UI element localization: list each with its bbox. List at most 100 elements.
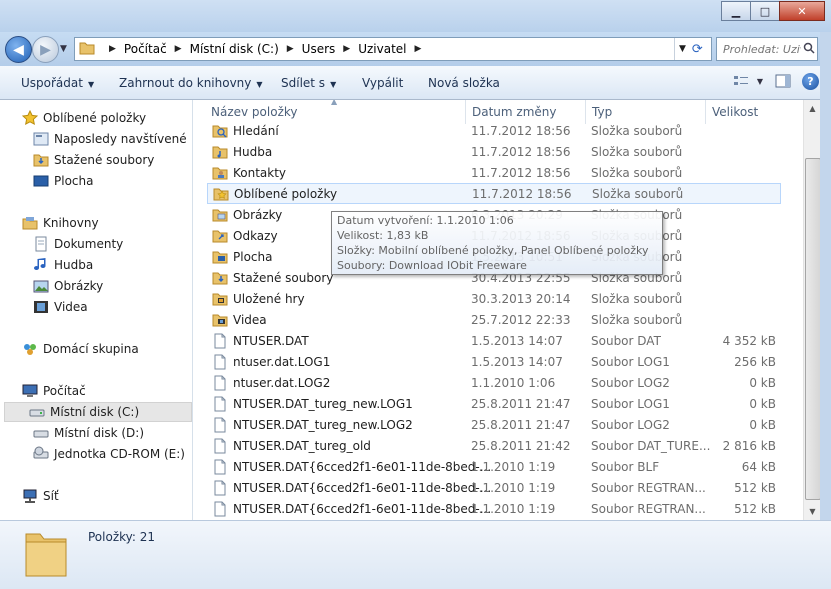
nav-homegroup[interactable]: Domácí skupina bbox=[22, 339, 139, 359]
nav-network[interactable]: Síť bbox=[22, 486, 59, 506]
breadcrumb-computer[interactable]: Počítač bbox=[124, 42, 167, 56]
nav-downloads[interactable]: Stažené soubory bbox=[33, 150, 154, 170]
nav-favorites[interactable]: Oblíbené položky bbox=[22, 108, 146, 128]
file-name: Uložené hry bbox=[233, 291, 305, 306]
organize-button[interactable]: Uspořádat ▼ bbox=[21, 76, 94, 90]
file-row[interactable]: Hudba 11.7.2012 18:56 Složka souborů bbox=[207, 141, 781, 162]
file-date: 25.7.2012 22:33 bbox=[471, 312, 571, 327]
file-row[interactable]: Kontakty 11.7.2012 18:56 Složka souborů bbox=[207, 162, 781, 183]
nav-libraries-label: Knihovny bbox=[43, 216, 99, 230]
burn-button[interactable]: Vypálit bbox=[362, 76, 403, 90]
help-button[interactable]: ? bbox=[802, 73, 819, 90]
share-label: Sdílet s bbox=[281, 76, 326, 90]
file-name: NTUSER.DAT{6cced2f1-6e01-11de-8bed-... bbox=[233, 480, 492, 495]
file-date: 30.3.2013 20:14 bbox=[471, 291, 571, 306]
breadcrumb-separator-icon[interactable]: ▶ bbox=[287, 44, 294, 54]
nav-cd-rom-e[interactable]: Jednotka CD-ROM (E:) bbox=[33, 444, 185, 464]
file-icon bbox=[212, 333, 228, 349]
include-in-library-button[interactable]: Zahrnout do knihovny ▼ bbox=[119, 76, 263, 90]
breadcrumb-local-disk-c[interactable]: Místní disk (C:) bbox=[190, 42, 279, 56]
file-row[interactable]: NTUSER.DAT_tureg_old 25.8.2011 21:42 Soubo… bbox=[207, 435, 781, 456]
file-row[interactable]: Oblíbené položky 11.7.2012 18:56 Složka so… bbox=[207, 183, 781, 204]
file-row[interactable]: NTUSER.DAT_tureg_new.LOG1 25.8.2011 21:47… bbox=[207, 393, 781, 414]
nav-videos[interactable]: Videa bbox=[33, 297, 88, 317]
file-name: Hledání bbox=[233, 123, 279, 138]
file-row[interactable]: NTUSER.DAT_tureg_new.LOG2 25.8.2011 21:47… bbox=[207, 414, 781, 435]
nav-recent-places[interactable]: Naposledy navštívené bbox=[33, 129, 187, 149]
folder-icon bbox=[24, 526, 68, 581]
address-bar[interactable]: ▶ Počítač ▶ Místní disk (C:) ▶ Users ▶ U… bbox=[74, 37, 712, 61]
close-button[interactable]: ✕ bbox=[779, 1, 825, 21]
file-date: 1.1.2010 1:19 bbox=[471, 501, 556, 516]
vertical-scrollbar[interactable]: ▲ ▼ bbox=[803, 100, 821, 520]
file-icon bbox=[212, 438, 228, 454]
breadcrumb-separator-icon[interactable]: ▶ bbox=[343, 44, 350, 54]
file-name-cell: Kontakty bbox=[212, 165, 286, 181]
nav-pictures-label: Obrázky bbox=[54, 279, 104, 293]
file-row[interactable]: Uložené hry 30.3.2013 20:14 Složka souborů bbox=[207, 288, 781, 309]
file-row[interactable]: ntuser.dat.LOG1 1.5.2013 14:07 Soubor LOG1… bbox=[207, 351, 781, 372]
breadcrumb-users[interactable]: Users bbox=[302, 42, 336, 56]
favorites-folder-icon bbox=[213, 186, 229, 202]
file-icon bbox=[212, 375, 228, 391]
nav-music[interactable]: Hudba bbox=[33, 255, 93, 275]
file-row[interactable]: Videa 25.7.2012 22:33 Složka souborů bbox=[207, 309, 781, 330]
recent-pages-dropdown[interactable]: ▼ bbox=[60, 44, 67, 54]
breadcrumb-separator-icon[interactable]: ▶ bbox=[415, 44, 422, 54]
file-row[interactable]: NTUSER.DAT{6cced2f1-6e01-11de-8bed-... 1.… bbox=[207, 498, 781, 519]
file-name: Stažené soubory bbox=[233, 270, 334, 285]
chevron-down-icon: ▼ bbox=[756, 76, 763, 86]
nav-computer[interactable]: Počítač bbox=[22, 381, 86, 401]
file-date: 25.8.2011 21:42 bbox=[471, 438, 571, 453]
file-row[interactable]: NTUSER.DAT{6cced2f1-6e01-11de-8bed-... 1.… bbox=[207, 456, 781, 477]
command-bar: Uspořádat ▼ Zahrnout do knihovny ▼ Sdílet … bbox=[0, 66, 831, 100]
item-count: Položky: 21 bbox=[88, 530, 156, 544]
file-name-cell: NTUSER.DAT bbox=[212, 333, 309, 349]
nav-downloads-label: Stažené soubory bbox=[54, 153, 155, 167]
nav-libraries[interactable]: Knihovny bbox=[22, 213, 99, 233]
file-row[interactable]: NTUSER.DAT 1.5.2013 14:07 Soubor DAT 4 352 … bbox=[207, 330, 781, 351]
file-name: NTUSER.DAT_tureg_new.LOG1 bbox=[233, 396, 413, 411]
chevron-down-icon: ▼ bbox=[256, 80, 263, 89]
back-button[interactable]: ◀ bbox=[5, 36, 32, 63]
tooltip-files: Soubory: Download IObit Freeware bbox=[337, 259, 527, 272]
file-type: Složka souborů bbox=[591, 123, 683, 138]
change-view-button[interactable]: ▼ bbox=[733, 74, 763, 88]
nav-documents-label: Dokumenty bbox=[54, 237, 124, 251]
organize-label: Uspořádat bbox=[21, 76, 83, 90]
scroll-up-icon[interactable]: ▲ bbox=[804, 100, 821, 117]
scrollbar-thumb[interactable] bbox=[805, 158, 821, 500]
folder-icon bbox=[79, 41, 95, 58]
nav-desktop[interactable]: Plocha bbox=[33, 171, 93, 191]
refresh-icon[interactable]: ⟳ bbox=[692, 42, 703, 57]
search-box[interactable] bbox=[716, 37, 818, 61]
forward-button[interactable]: ▶ bbox=[32, 36, 59, 63]
file-row[interactable]: Hledání 11.7.2012 18:56 Složka souborů bbox=[207, 120, 781, 141]
preview-pane-button[interactable] bbox=[775, 74, 791, 88]
address-dropdown-icon[interactable]: ▼ bbox=[679, 44, 686, 54]
file-row[interactable]: NTUSER.DAT{6cced2f1-6e01-11de-8bed-... 1.… bbox=[207, 477, 781, 498]
minimize-button[interactable]: ▁ bbox=[721, 1, 751, 21]
search-icon[interactable] bbox=[803, 42, 815, 57]
nav-local-disk-c[interactable]: Místní disk (C:) bbox=[4, 402, 192, 422]
file-type: Soubor LOG1 bbox=[591, 396, 670, 411]
share-with-button[interactable]: Sdílet s ▼ bbox=[281, 76, 336, 90]
file-date: 11.7.2012 18:56 bbox=[471, 123, 571, 138]
breadcrumb-uzivatel[interactable]: Uzivatel bbox=[358, 42, 406, 56]
file-name-cell: Hledání bbox=[212, 123, 279, 139]
new-folder-button[interactable]: Nová složka bbox=[428, 76, 500, 90]
maximize-button[interactable]: □ bbox=[750, 1, 780, 21]
nav-local-disk-d[interactable]: Místní disk (D:) bbox=[33, 423, 144, 443]
nav-homegroup-label: Domácí skupina bbox=[43, 342, 139, 356]
breadcrumb-separator-icon[interactable]: ▶ bbox=[175, 44, 182, 54]
search-input[interactable] bbox=[721, 41, 803, 57]
nav-documents[interactable]: Dokumenty bbox=[33, 234, 123, 254]
file-name: NTUSER.DAT_tureg_new.LOG2 bbox=[233, 417, 413, 432]
file-type: Soubor REGTRAN... bbox=[591, 480, 706, 495]
star-icon bbox=[22, 110, 38, 126]
file-name-cell: Plocha bbox=[212, 249, 272, 265]
nav-pictures[interactable]: Obrázky bbox=[33, 276, 103, 296]
file-name: NTUSER.DAT{6cced2f1-6e01-11de-8bed-... bbox=[233, 459, 492, 474]
file-row[interactable]: ntuser.dat.LOG2 1.1.2010 1:06 Soubor LOG2 0… bbox=[207, 372, 781, 393]
scroll-down-icon[interactable]: ▼ bbox=[804, 503, 821, 520]
